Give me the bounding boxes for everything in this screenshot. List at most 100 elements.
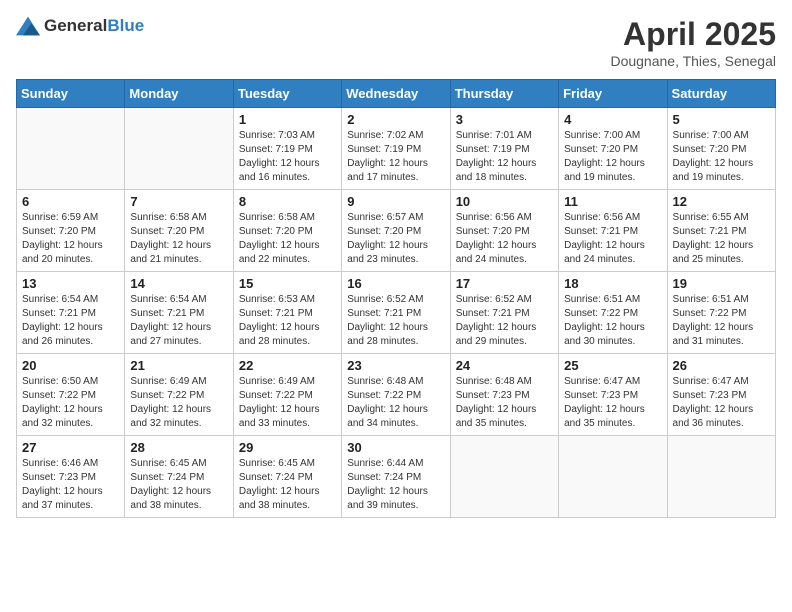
day-number: 14 [130, 276, 227, 291]
logo-text: GeneralBlue [44, 16, 144, 36]
calendar-cell: 17 Sunrise: 6:52 AMSunset: 7:21 PMDayligh… [450, 272, 558, 354]
calendar-cell: 1 Sunrise: 7:03 AMSunset: 7:19 PMDaylight… [233, 108, 341, 190]
day-number: 23 [347, 358, 444, 373]
header-day-sunday: Sunday [17, 80, 125, 108]
calendar-cell: 29 Sunrise: 6:45 AMSunset: 7:24 PMDayligh… [233, 436, 341, 518]
day-info: Sunrise: 6:50 AMSunset: 7:22 PMDaylight:… [22, 375, 119, 431]
day-info: Sunrise: 6:47 AMSunset: 7:23 PMDaylight:… [564, 375, 661, 431]
day-info: Sunrise: 6:48 AMSunset: 7:22 PMDaylight:… [347, 375, 444, 431]
calendar-cell [667, 436, 775, 518]
month-title: April 2025 [610, 16, 776, 53]
day-info: Sunrise: 6:44 AMSunset: 7:24 PMDaylight:… [347, 457, 444, 513]
calendar-table: SundayMondayTuesdayWednesdayThursdayFrid… [16, 79, 776, 518]
calendar-cell: 24Sunrise: 6:48 AMSunset: 7:23 PMDayligh… [450, 354, 558, 436]
day-number: 10 [456, 194, 553, 209]
logo: GeneralBlue [16, 16, 144, 36]
day-info: Sunrise: 7:00 AMSunset: 7:20 PMDaylight:… [673, 129, 770, 185]
day-number: 8 [239, 194, 336, 209]
day-number: 1 [239, 112, 336, 127]
day-number: 25 [564, 358, 661, 373]
day-info: Sunrise: 6:53 AMSunset: 7:21 PMDaylight:… [239, 293, 336, 349]
calendar-cell: 6Sunrise: 6:59 AMSunset: 7:20 PMDaylight… [17, 190, 125, 272]
day-number: 2 [347, 112, 444, 127]
calendar-cell: 4 Sunrise: 7:00 AMSunset: 7:20 PMDaylight… [559, 108, 667, 190]
calendar-cell: 13 Sunrise: 6:54 AMSunset: 7:21 PMDayligh… [17, 272, 125, 354]
day-number: 30 [347, 440, 444, 455]
header-day-thursday: Thursday [450, 80, 558, 108]
day-number: 19 [673, 276, 770, 291]
day-number: 18 [564, 276, 661, 291]
calendar-cell: 3 Sunrise: 7:01 AMSunset: 7:19 PMDaylight… [450, 108, 558, 190]
day-info: Sunrise: 7:03 AMSunset: 7:19 PMDaylight:… [239, 129, 336, 185]
day-info: Sunrise: 6:52 AMSunset: 7:21 PMDaylight:… [347, 293, 444, 349]
week-row-1: 1 Sunrise: 7:03 AMSunset: 7:19 PMDaylight… [17, 108, 776, 190]
week-row-5: 27 Sunrise: 6:46 AMSunset: 7:23 PMDayligh… [17, 436, 776, 518]
week-row-3: 13 Sunrise: 6:54 AMSunset: 7:21 PMDayligh… [17, 272, 776, 354]
header: GeneralBlue April 2025 Dougnane, Thies, … [16, 16, 776, 69]
calendar-cell: 2Sunrise: 7:02 AMSunset: 7:19 PMDaylight… [342, 108, 450, 190]
logo-blue: Blue [107, 16, 144, 35]
calendar-cell [450, 436, 558, 518]
calendar-cell: 15 Sunrise: 6:53 AMSunset: 7:21 PMDayligh… [233, 272, 341, 354]
day-number: 27 [22, 440, 119, 455]
day-info: Sunrise: 7:01 AMSunset: 7:19 PMDaylight:… [456, 129, 553, 185]
calendar-cell: 16 Sunrise: 6:52 AMSunset: 7:21 PMDayligh… [342, 272, 450, 354]
header-row: SundayMondayTuesdayWednesdayThursdayFrid… [17, 80, 776, 108]
day-number: 29 [239, 440, 336, 455]
day-info: Sunrise: 6:58 AMSunset: 7:20 PMDaylight:… [130, 211, 227, 267]
calendar-cell: 8 Sunrise: 6:58 AMSunset: 7:20 PMDaylight… [233, 190, 341, 272]
day-number: 6 [22, 194, 119, 209]
day-number: 4 [564, 112, 661, 127]
calendar-cell: 23 Sunrise: 6:48 AMSunset: 7:22 PMDayligh… [342, 354, 450, 436]
day-number: 7 [130, 194, 227, 209]
day-info: Sunrise: 6:46 AMSunset: 7:23 PMDaylight:… [22, 457, 119, 513]
location-title: Dougnane, Thies, Senegal [610, 53, 776, 69]
calendar-cell: 14 Sunrise: 6:54 AMSunset: 7:21 PMDayligh… [125, 272, 233, 354]
header-day-monday: Monday [125, 80, 233, 108]
day-info: Sunrise: 6:58 AMSunset: 7:20 PMDaylight:… [239, 211, 336, 267]
calendar-cell: 10Sunrise: 6:56 AMSunset: 7:20 PMDayligh… [450, 190, 558, 272]
calendar-cell: 18 Sunrise: 6:51 AMSunset: 7:22 PMDayligh… [559, 272, 667, 354]
day-number: 16 [347, 276, 444, 291]
day-number: 11 [564, 194, 661, 209]
calendar-cell: 7 Sunrise: 6:58 AMSunset: 7:20 PMDaylight… [125, 190, 233, 272]
week-row-4: 20Sunrise: 6:50 AMSunset: 7:22 PMDayligh… [17, 354, 776, 436]
day-number: 15 [239, 276, 336, 291]
header-day-saturday: Saturday [667, 80, 775, 108]
day-info: Sunrise: 6:56 AMSunset: 7:21 PMDaylight:… [564, 211, 661, 267]
calendar-cell: 30 Sunrise: 6:44 AMSunset: 7:24 PMDayligh… [342, 436, 450, 518]
day-info: Sunrise: 6:52 AMSunset: 7:21 PMDaylight:… [456, 293, 553, 349]
day-info: Sunrise: 6:54 AMSunset: 7:21 PMDaylight:… [22, 293, 119, 349]
header-day-friday: Friday [559, 80, 667, 108]
day-info: Sunrise: 7:00 AMSunset: 7:20 PMDaylight:… [564, 129, 661, 185]
day-info: Sunrise: 6:47 AMSunset: 7:23 PMDaylight:… [673, 375, 770, 431]
calendar-cell: 5 Sunrise: 7:00 AMSunset: 7:20 PMDaylight… [667, 108, 775, 190]
day-info: Sunrise: 6:45 AMSunset: 7:24 PMDaylight:… [239, 457, 336, 513]
day-info: Sunrise: 6:54 AMSunset: 7:21 PMDaylight:… [130, 293, 227, 349]
day-number: 12 [673, 194, 770, 209]
calendar-cell: 28 Sunrise: 6:45 AMSunset: 7:24 PMDayligh… [125, 436, 233, 518]
calendar-cell [125, 108, 233, 190]
calendar-cell: 27 Sunrise: 6:46 AMSunset: 7:23 PMDayligh… [17, 436, 125, 518]
day-number: 13 [22, 276, 119, 291]
day-info: Sunrise: 6:51 AMSunset: 7:22 PMDaylight:… [673, 293, 770, 349]
day-info: Sunrise: 6:51 AMSunset: 7:22 PMDaylight:… [564, 293, 661, 349]
calendar-cell [17, 108, 125, 190]
logo-general: General [44, 16, 107, 35]
calendar-cell: 20Sunrise: 6:50 AMSunset: 7:22 PMDayligh… [17, 354, 125, 436]
day-number: 26 [673, 358, 770, 373]
calendar-cell: 11 Sunrise: 6:56 AMSunset: 7:21 PMDayligh… [559, 190, 667, 272]
day-number: 22 [239, 358, 336, 373]
day-info: Sunrise: 6:57 AMSunset: 7:20 PMDaylight:… [347, 211, 444, 267]
calendar-cell: 9Sunrise: 6:57 AMSunset: 7:20 PMDaylight… [342, 190, 450, 272]
day-number: 3 [456, 112, 553, 127]
day-number: 17 [456, 276, 553, 291]
calendar-cell [559, 436, 667, 518]
calendar-cell: 21Sunrise: 6:49 AMSunset: 7:22 PMDayligh… [125, 354, 233, 436]
day-number: 28 [130, 440, 227, 455]
calendar-cell: 25 Sunrise: 6:47 AMSunset: 7:23 PMDayligh… [559, 354, 667, 436]
day-info: Sunrise: 6:45 AMSunset: 7:24 PMDaylight:… [130, 457, 227, 513]
day-info: Sunrise: 6:49 AMSunset: 7:22 PMDaylight:… [130, 375, 227, 431]
day-info: Sunrise: 6:55 AMSunset: 7:21 PMDaylight:… [673, 211, 770, 267]
day-number: 5 [673, 112, 770, 127]
